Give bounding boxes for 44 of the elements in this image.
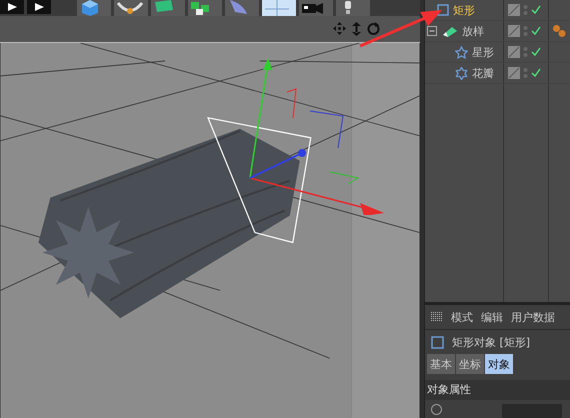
move-icon[interactable] <box>333 22 346 36</box>
cube-icon[interactable] <box>77 0 111 16</box>
material-tag-icon[interactable] <box>552 24 567 38</box>
visibility-dots-icon[interactable] <box>523 4 528 16</box>
object-title: 矩形对象 [矩形] <box>452 334 530 350</box>
check-icon[interactable] <box>531 5 541 15</box>
spline-icon[interactable] <box>114 0 148 16</box>
cubes-icon[interactable] <box>188 0 222 16</box>
tab[interactable]: 基本 <box>427 354 455 374</box>
menu-item[interactable]: 模式 <box>451 310 473 324</box>
arrows-icon[interactable] <box>351 22 362 36</box>
layer-icon[interactable] <box>508 4 520 16</box>
square-icon <box>437 4 449 16</box>
collapse-icon[interactable] <box>427 26 438 36</box>
tab[interactable]: 坐标 <box>456 354 484 374</box>
layer-icon[interactable] <box>508 67 520 79</box>
play-icon[interactable] <box>27 0 51 14</box>
object-name[interactable]: 放样 <box>462 24 484 38</box>
star-icon <box>455 46 468 58</box>
flower-icon <box>455 66 468 80</box>
visibility-dots-icon[interactable] <box>523 46 528 58</box>
object-name[interactable]: 花瓣 <box>472 66 494 80</box>
check-icon[interactable] <box>531 68 541 78</box>
radio-button[interactable] <box>431 404 442 415</box>
menu-item[interactable]: 编辑 <box>481 310 503 324</box>
visibility-dots-icon[interactable] <box>523 67 528 79</box>
grip-icon[interactable] <box>431 312 443 322</box>
rotate-icon[interactable] <box>367 22 380 36</box>
menu-item[interactable]: 用户数据 <box>511 310 555 324</box>
layer-icon[interactable] <box>508 25 520 37</box>
square-icon <box>431 336 444 348</box>
layer-icon[interactable] <box>508 46 520 58</box>
check-icon[interactable] <box>531 47 541 57</box>
loft-icon <box>442 25 458 37</box>
check-icon[interactable] <box>531 26 541 36</box>
camera-icon[interactable] <box>299 0 333 16</box>
tab[interactable]: 对象 <box>485 354 513 374</box>
object-name[interactable]: 矩形 <box>453 2 475 18</box>
section-header: 对象属性 <box>425 380 570 400</box>
play-icon[interactable] <box>0 0 24 14</box>
object-name[interactable]: 星形 <box>472 44 494 60</box>
visibility-dots-icon[interactable] <box>523 25 528 37</box>
light-bulb-icon[interactable] <box>336 0 370 16</box>
shapes-icon[interactable] <box>151 0 185 16</box>
